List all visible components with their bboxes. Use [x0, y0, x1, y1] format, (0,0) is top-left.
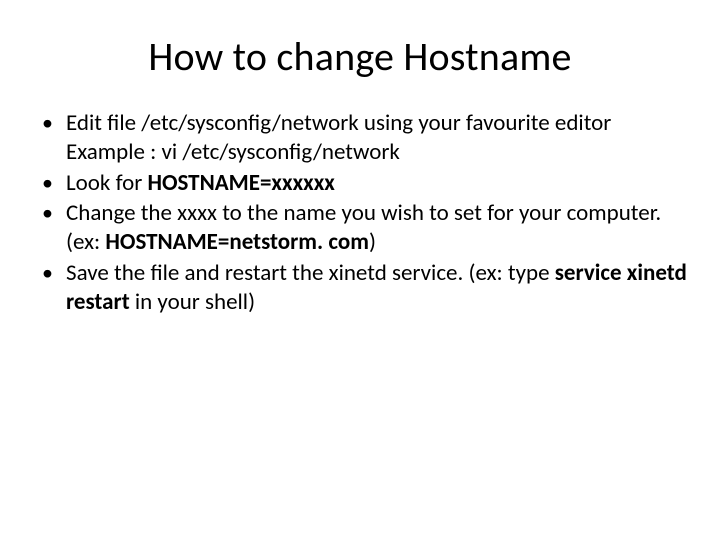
bullet-text: ) [369, 228, 376, 256]
bullet-text: Edit file /etc/sysconfig/network using y… [66, 109, 611, 137]
bullet-text: in your shell) [130, 288, 255, 316]
bullet-item: Change the xxxx to the name you wish to … [36, 199, 690, 257]
bullet-text: Save the file and restart the xinetd ser… [66, 259, 555, 287]
bullet-item: Look for HOSTNAME=xxxxxx [36, 169, 690, 198]
bullet-bold: HOSTNAME=xxxxxx [147, 169, 334, 197]
bullet-text: Example : vi /etc/sysconfig/network [66, 138, 400, 166]
bullet-list: Edit file /etc/sysconfig/network using y… [36, 109, 690, 316]
slide: How to change Hostname Edit file /etc/sy… [0, 0, 720, 540]
bullet-item: Save the file and restart the xinetd ser… [36, 259, 690, 317]
bullet-text: Look for [66, 169, 147, 197]
slide-title: How to change Hostname [30, 32, 690, 81]
bullet-bold: HOSTNAME=netstorm. com [105, 228, 369, 256]
bullet-item: Edit file /etc/sysconfig/network using y… [36, 109, 690, 167]
